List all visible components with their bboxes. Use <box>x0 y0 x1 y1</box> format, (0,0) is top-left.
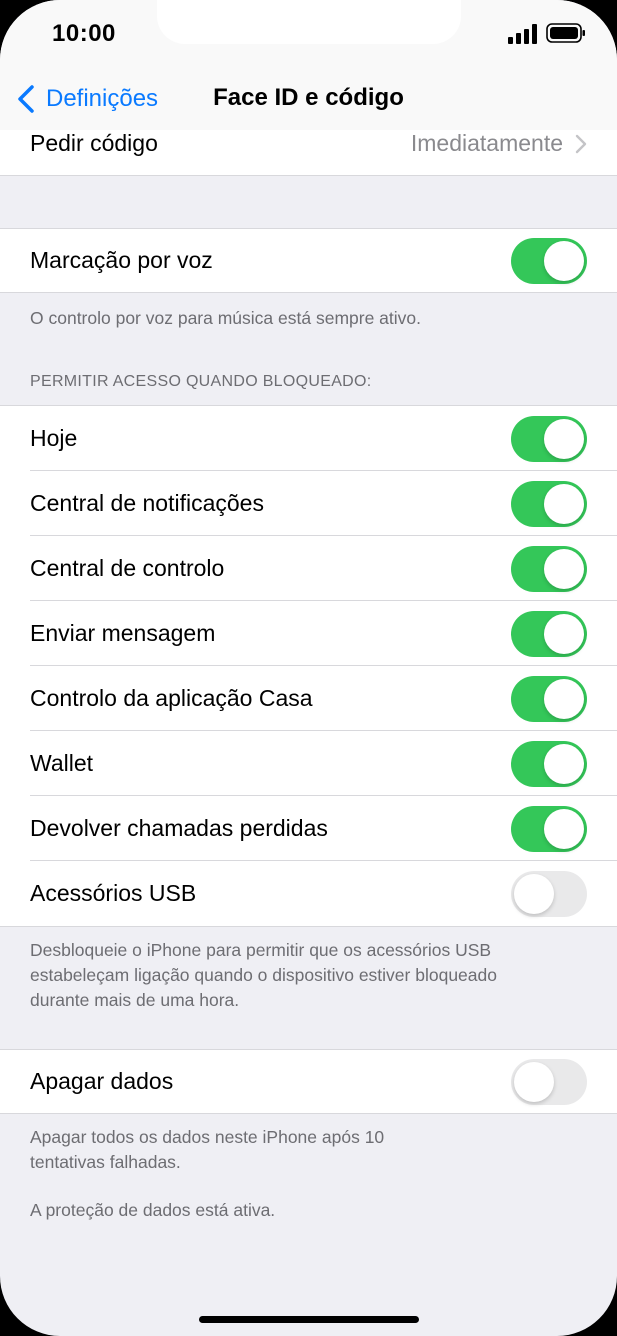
locked-access-item: Enviar mensagem <box>0 601 617 666</box>
control-center-toggle[interactable] <box>511 545 587 592</box>
notch <box>157 0 461 44</box>
notification-center-toggle[interactable] <box>511 480 587 527</box>
control-center-label: Central de controlo <box>30 555 225 581</box>
wallet-toggle[interactable] <box>511 740 587 787</box>
locked-access-item: Wallet <box>0 731 617 796</box>
voice-dial-footer: O controlo por voz para música está semp… <box>30 308 422 328</box>
require-passcode-label: Pedir código <box>30 130 158 156</box>
locked-access-item: Central de notificações <box>0 471 617 536</box>
locked-access-header: PERMITIR ACESSO QUANDO BLOQUEADO: <box>30 373 372 390</box>
locked-access-item: Acessórios USB <box>0 861 617 926</box>
send-message-label: Enviar mensagem <box>30 620 216 646</box>
require-passcode-value: Imediatamente <box>410 130 563 156</box>
erase-data-label: Apagar dados <box>30 1068 174 1094</box>
chevron-right-icon <box>575 134 587 154</box>
navigation-bar: Definições Face ID e código <box>0 70 617 130</box>
erase-data-toggle[interactable] <box>511 1058 587 1105</box>
page-title: Face ID e código <box>213 84 404 111</box>
home-control-toggle[interactable] <box>511 675 587 722</box>
battery-icon <box>546 23 585 43</box>
usb-accessories-toggle[interactable] <box>511 870 587 917</box>
return-missed-calls-label: Devolver chamadas perdidas <box>30 815 328 841</box>
usb-accessories-label: Acessórios USB <box>30 880 197 906</box>
return-missed-calls-toggle[interactable] <box>511 805 587 852</box>
toggle-knob <box>544 240 584 281</box>
settings-list: Pedir código Imediatamente Marcação por … <box>0 130 617 1223</box>
usb-accessories-footer: Desbloqueie o iPhone para permitir que o… <box>30 940 497 1010</box>
today-toggle[interactable] <box>511 415 587 462</box>
locked-access-group: Hoje Central de notificações Central de … <box>0 405 617 927</box>
home-indicator[interactable] <box>199 1316 419 1323</box>
voice-dial-label: Marcação por voz <box>30 247 213 273</box>
send-message-toggle[interactable] <box>511 610 587 657</box>
locked-access-item: Devolver chamadas perdidas <box>0 796 617 861</box>
status-time: 10:00 <box>52 20 116 47</box>
wallet-label: Wallet <box>30 750 94 776</box>
notification-center-label: Central de notificações <box>30 490 264 516</box>
voice-dial-toggle[interactable] <box>511 237 587 284</box>
erase-data-row: Apagar dados <box>0 1049 617 1114</box>
data-protection-note: A proteção de dados está ativa. <box>30 1200 276 1220</box>
home-control-label: Controlo da aplicação Casa <box>30 685 313 711</box>
require-passcode-row[interactable]: Pedir código Imediatamente <box>0 130 617 176</box>
cellular-signal-icon <box>508 24 537 44</box>
locked-access-item: Central de controlo <box>0 536 617 601</box>
locked-access-item: Controlo da aplicação Casa <box>0 666 617 731</box>
phone-screen: 10:00 Definições Face ID e código Pedir … <box>0 0 617 1336</box>
locked-access-item: Hoje <box>0 406 617 471</box>
today-label: Hoje <box>30 425 78 451</box>
erase-data-footer: Apagar todos os dados neste iPhone após … <box>30 1127 385 1172</box>
voice-dial-row: Marcação por voz <box>0 228 617 293</box>
status-bar: 10:00 <box>0 0 617 70</box>
